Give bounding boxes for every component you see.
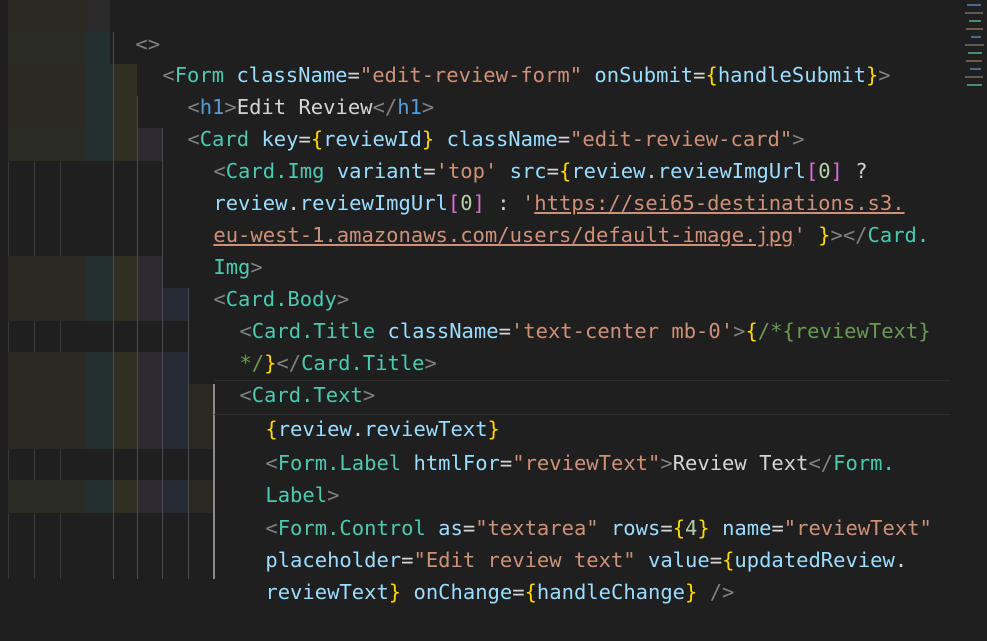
attribute-name: htmlFor xyxy=(413,450,500,475)
string-value: "reviewText" xyxy=(512,450,661,475)
code-line[interactable]: {review.reviewText} xyxy=(216,380,500,441)
url-link[interactable]: eu-west-1.amazonaws.com/users/default-im… xyxy=(213,223,793,247)
code-line[interactable]: <Card key={reviewId} className="edit-rev… xyxy=(138,90,804,151)
component-name: Card. xyxy=(867,222,930,247)
code-line[interactable]: <Card.Img variant='top' src={review.revi… xyxy=(164,122,867,183)
code-line[interactable]: <Form.Control as="textarea" rows={4} nam… xyxy=(216,479,932,540)
code-line[interactable]: eu-west-1.amazonaws.com/users/default-im… xyxy=(164,186,929,247)
identifier: updatedReview xyxy=(734,547,895,572)
brace: { xyxy=(705,62,718,87)
identifier: reviewText xyxy=(265,579,389,604)
tag-bracket: > xyxy=(424,350,437,375)
code-line[interactable]: <Card.Body> xyxy=(164,250,349,311)
code-line[interactable]: <Card.Title className='text-center mb-0'… xyxy=(190,282,930,343)
tag-bracket: </ xyxy=(808,450,834,475)
code-line[interactable]: <Card.Text> xyxy=(190,346,375,407)
code-editor[interactable]: <> <Form className="edit-review-form" on… xyxy=(0,0,987,604)
attribute-name: onSubmit xyxy=(594,62,694,87)
jsx-text: Review Text xyxy=(672,450,809,475)
code-line[interactable]: */}</Card.Title> xyxy=(190,314,436,375)
equals: = xyxy=(512,579,525,604)
brace: } xyxy=(685,579,698,604)
tag-bracket: > xyxy=(660,450,673,475)
code-line[interactable]: Label> xyxy=(216,446,339,507)
minimap[interactable] xyxy=(963,0,987,110)
equals: = xyxy=(499,450,513,475)
brace: { xyxy=(524,579,537,604)
code-line[interactable]: <h1>Edit Review</h1> xyxy=(138,58,434,119)
code-line[interactable]: placeholder="Edit review text" value={up… xyxy=(216,511,907,572)
comment: /*{reviewText} xyxy=(757,318,931,343)
code-line[interactable]: <Form className="edit-review-form" onSub… xyxy=(113,26,890,87)
code-line[interactable]: Img> xyxy=(164,218,262,279)
string-value: 'text-center mb-0' xyxy=(510,318,734,343)
attribute-name: onChange xyxy=(413,579,513,604)
string-quote: ' xyxy=(793,222,806,247)
equals: = xyxy=(693,62,706,87)
tag-bracket: > xyxy=(733,318,746,343)
tag-bracket: /> xyxy=(697,579,735,604)
brace: { xyxy=(745,318,758,343)
code-line[interactable]: <> xyxy=(86,0,160,56)
dot: . xyxy=(894,547,908,572)
tag-bracket: > xyxy=(878,62,891,87)
tag-bracket: ></ xyxy=(830,222,868,247)
component-name: Form. xyxy=(833,450,895,475)
identifier: handleChange xyxy=(536,579,686,604)
code-line[interactable]: reviewText} onChange={handleChange} /> xyxy=(216,543,734,604)
brace: } xyxy=(865,62,879,87)
code-line[interactable]: <Form.Label htmlFor="reviewText">Review … xyxy=(216,414,894,475)
equals: = xyxy=(498,318,511,343)
brace: } xyxy=(818,222,831,247)
code-line[interactable]: review.reviewImgUrl[0] : 'https://sei65-… xyxy=(164,154,904,215)
brace: } xyxy=(388,579,402,604)
identifier: handleSubmit xyxy=(717,62,866,87)
